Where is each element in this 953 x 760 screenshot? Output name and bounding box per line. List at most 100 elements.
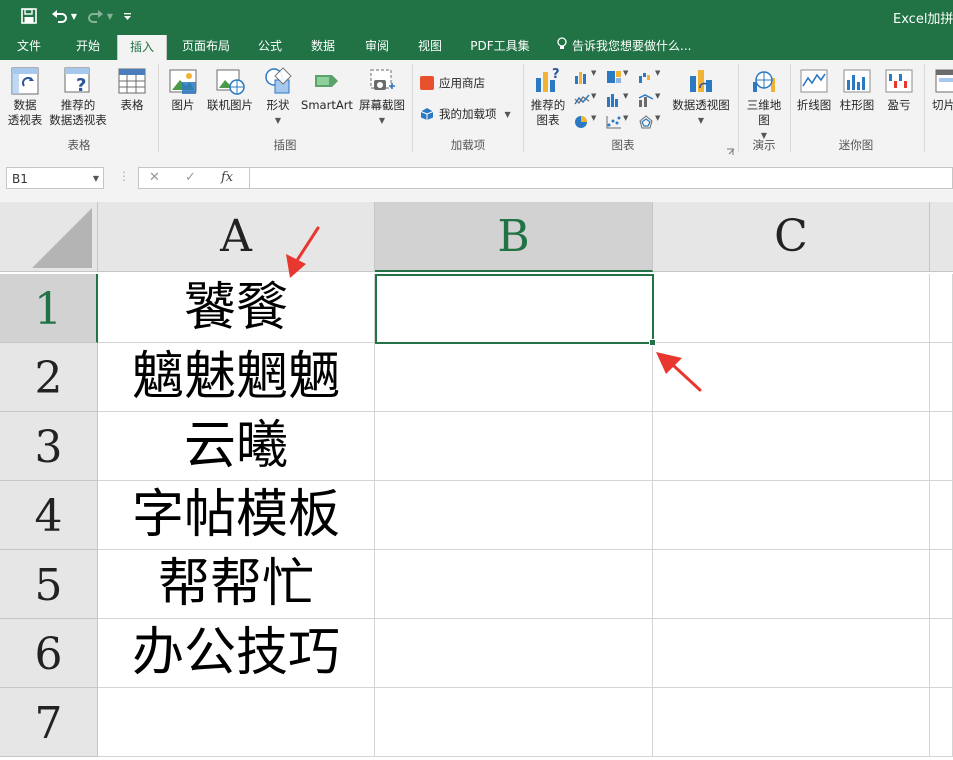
save-icon[interactable]: [18, 5, 40, 27]
slicer-button[interactable]: 切片: [928, 66, 953, 113]
cell-d3[interactable]: [930, 412, 953, 481]
cell-d5[interactable]: [930, 550, 953, 619]
smartart-button[interactable]: SmartArt: [298, 66, 356, 113]
tab-formulas[interactable]: 公式: [250, 32, 290, 60]
formula-input[interactable]: [250, 167, 953, 189]
tab-insert[interactable]: 插入: [117, 35, 167, 60]
cancel-icon[interactable]: ✕: [149, 168, 160, 188]
cell-a1[interactable]: 饕餮: [98, 274, 375, 343]
cell-a3[interactable]: 云曦: [98, 412, 375, 481]
cell-b5[interactable]: [375, 550, 653, 619]
cell-c6[interactable]: [653, 619, 930, 688]
cell-c3[interactable]: [653, 412, 930, 481]
undo-dropdown-icon[interactable]: ▼: [69, 5, 79, 27]
cell-d7[interactable]: [930, 688, 953, 757]
select-all-button[interactable]: [0, 202, 98, 272]
recommended-charts-icon: ?: [536, 67, 560, 92]
screenshot-button[interactable]: 屏幕截图 ▼: [356, 66, 408, 128]
cell-d4[interactable]: [930, 481, 953, 550]
slicer-label: 切片: [932, 98, 953, 112]
column-header-a[interactable]: A: [98, 202, 375, 272]
cell-a4[interactable]: 字帖模板: [98, 481, 375, 550]
table-button[interactable]: 表格: [114, 66, 150, 113]
cell-d2[interactable]: [930, 343, 953, 412]
cell-b3[interactable]: [375, 412, 653, 481]
undo-icon[interactable]: [48, 5, 70, 27]
combo-chart-icon[interactable]: [638, 92, 654, 107]
pie-chart-dropdown-icon[interactable]: ▼: [591, 114, 607, 128]
name-box-dropdown-icon[interactable]: ▼: [93, 168, 99, 190]
row-header-2[interactable]: 2: [0, 343, 98, 412]
pivot-chart-button[interactable]: 数据透视图 ▼: [668, 66, 734, 128]
tab-data[interactable]: 数据: [303, 32, 343, 60]
sparkline-line-label: 折线图: [796, 98, 832, 112]
row-header-4[interactable]: 4: [0, 481, 98, 550]
waterfall-chart-icon[interactable]: [638, 69, 654, 83]
picture-button[interactable]: 图片: [166, 66, 200, 113]
tab-pdf-tools[interactable]: PDF工具集: [464, 32, 536, 60]
my-addins-button[interactable]: 我的加载项 ▼: [420, 106, 511, 122]
formula-bar-grip-icon[interactable]: ⋮: [118, 169, 130, 183]
insert-function-icon[interactable]: fx: [221, 168, 233, 188]
name-box[interactable]: B1 ▼: [6, 167, 104, 189]
formula-bar: B1 ▼ ⋮ ✕ ✓ fx: [0, 156, 953, 202]
statistic-chart-dropdown-icon[interactable]: ▼: [623, 92, 639, 106]
hierarchy-chart-dropdown-icon[interactable]: ▼: [623, 69, 639, 83]
cell-c5[interactable]: [653, 550, 930, 619]
sparkline-column-button[interactable]: 柱形图: [836, 66, 878, 113]
column-chart-icon[interactable]: [574, 69, 590, 84]
cell-a7[interactable]: [98, 688, 375, 757]
dialog-launcher-icon[interactable]: [726, 142, 736, 155]
3d-map-button[interactable]: 三维地 图 ▼: [742, 66, 786, 143]
cell-a5[interactable]: 帮帮忙: [98, 550, 375, 619]
column-chart-dropdown-icon[interactable]: ▼: [591, 69, 607, 83]
row-header-1[interactable]: 1: [0, 274, 98, 343]
column-header-d[interactable]: [930, 202, 953, 272]
sparkline-winloss-button[interactable]: 盈亏: [880, 66, 918, 113]
recommended-charts-button[interactable]: ? 推荐的 图表: [528, 66, 568, 128]
line-chart-dropdown-icon[interactable]: ▼: [591, 92, 607, 106]
statistic-chart-icon[interactable]: [606, 92, 622, 107]
cell-c4[interactable]: [653, 481, 930, 550]
fill-handle[interactable]: [649, 339, 656, 346]
line-chart-icon[interactable]: [574, 92, 590, 106]
sparkline-line-button[interactable]: 折线图: [794, 66, 834, 113]
tab-home[interactable]: 开始: [65, 32, 111, 60]
cell-a6[interactable]: 办公技巧: [98, 619, 375, 688]
scatter-chart-icon[interactable]: [606, 114, 622, 129]
tab-file[interactable]: 文件: [8, 32, 50, 60]
chevron-down-icon[interactable]: [120, 5, 134, 27]
redo-icon[interactable]: [84, 5, 106, 27]
cell-c1[interactable]: [653, 274, 930, 343]
cell-b2[interactable]: [375, 343, 653, 412]
pivot-table-button[interactable]: 数据 透视表: [4, 66, 46, 128]
cell-b6[interactable]: [375, 619, 653, 688]
tab-view[interactable]: 视图: [410, 32, 450, 60]
online-picture-button[interactable]: 联机图片: [203, 66, 257, 113]
hierarchy-chart-icon[interactable]: [606, 69, 622, 83]
tab-review[interactable]: 审阅: [357, 32, 397, 60]
worksheet-grid[interactable]: A B C 1 2 3 4 5 6 7 饕餮 魑魅魍魉 云曦 字帖模板 帮帮忙 …: [0, 202, 953, 757]
tell-me-box[interactable]: 告诉我您想要做什么...: [556, 32, 691, 60]
tab-page-layout[interactable]: 页面布局: [176, 32, 236, 60]
cell-b7[interactable]: [375, 688, 653, 757]
cell-b4[interactable]: [375, 481, 653, 550]
column-header-b[interactable]: B: [375, 202, 653, 272]
scatter-chart-dropdown-icon[interactable]: ▼: [623, 114, 639, 128]
redo-dropdown-icon[interactable]: ▼: [105, 5, 115, 27]
row-header-5[interactable]: 5: [0, 550, 98, 619]
shapes-button[interactable]: 形状 ▼: [260, 66, 296, 128]
radar-chart-icon[interactable]: [638, 114, 654, 129]
store-button[interactable]: 应用商店: [420, 75, 485, 91]
row-header-6[interactable]: 6: [0, 619, 98, 688]
pie-chart-icon[interactable]: [574, 114, 590, 128]
row-header-7[interactable]: 7: [0, 688, 98, 757]
cell-c7[interactable]: [653, 688, 930, 757]
cell-d6[interactable]: [930, 619, 953, 688]
enter-icon[interactable]: ✓: [185, 168, 196, 188]
recommended-pivot-button[interactable]: ? 推荐的 数据透视表: [46, 66, 110, 128]
column-header-c[interactable]: C: [653, 202, 930, 272]
row-header-3[interactable]: 3: [0, 412, 98, 481]
cell-a2[interactable]: 魑魅魍魉: [98, 343, 375, 412]
cell-d1[interactable]: [930, 274, 953, 343]
